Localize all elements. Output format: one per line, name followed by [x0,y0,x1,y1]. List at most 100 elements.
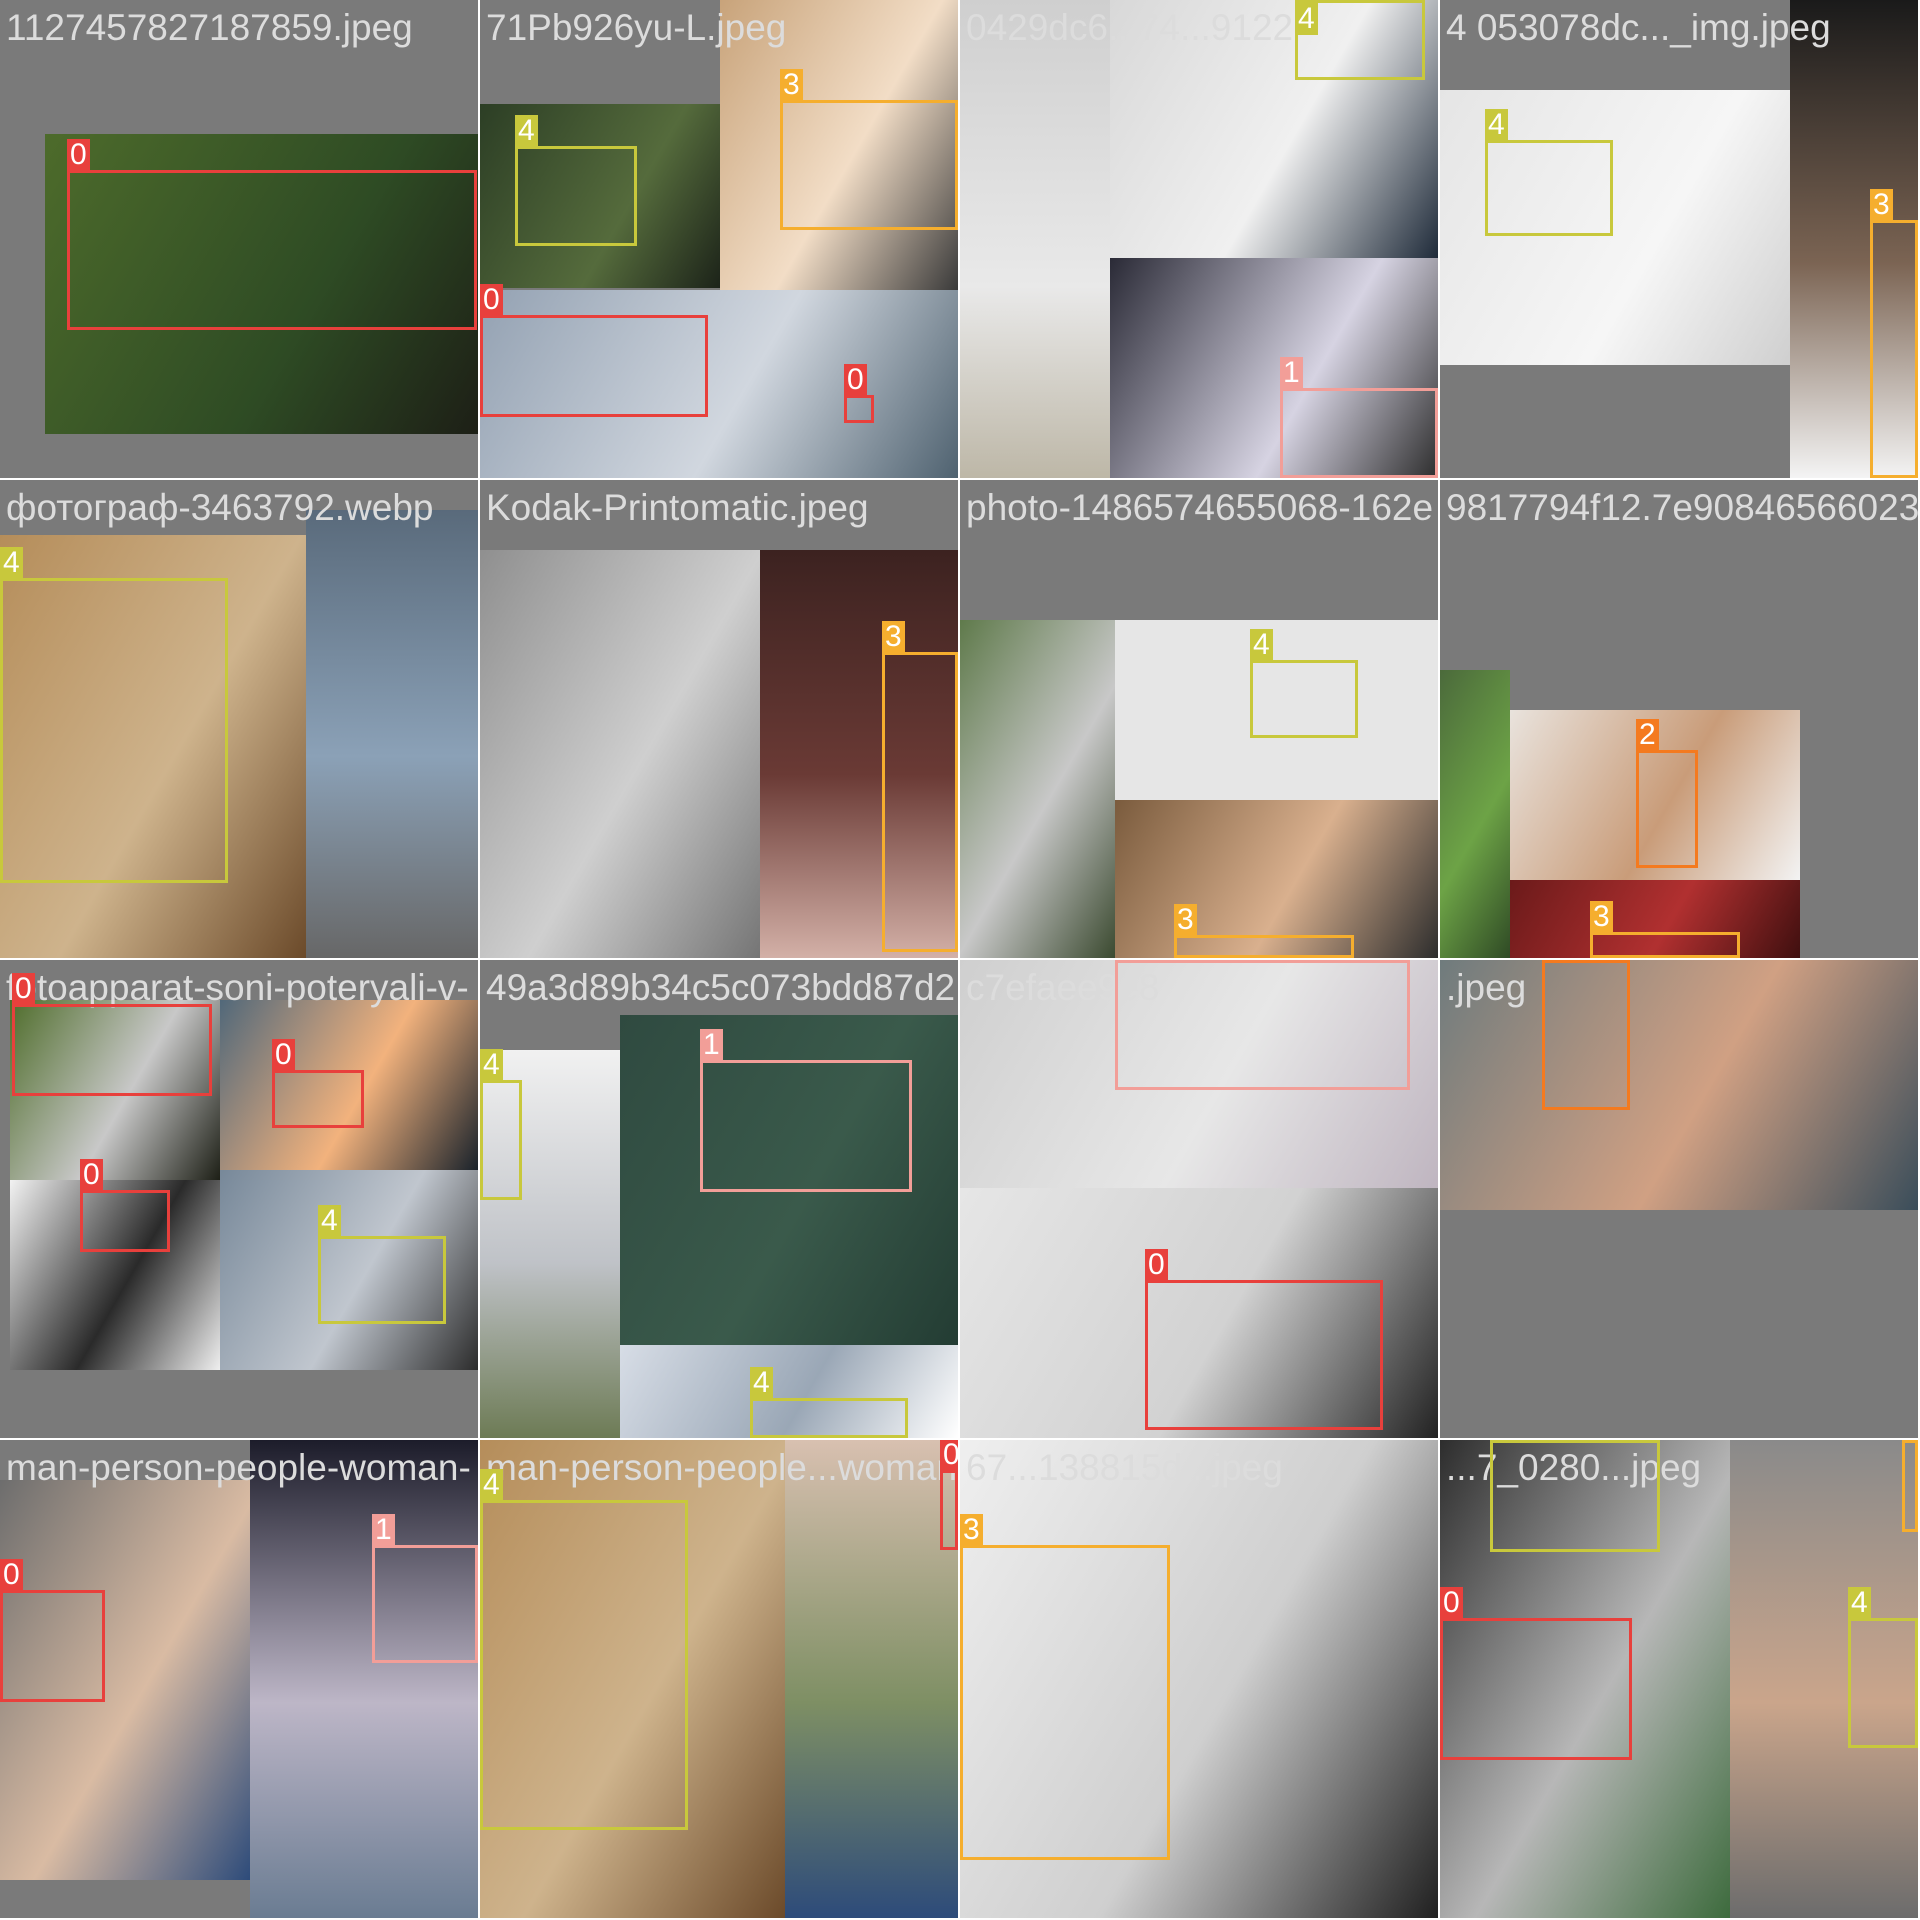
bbox-4: 4 [750,1367,908,1438]
tile-10: 49a3d89b34c5c073bdd87d2 4 1 4 [480,960,958,1438]
tile-1-filename: 1127457827187859.jpeg [6,7,413,48]
label-tag: 4 [515,115,538,147]
bbox-4: 4 [1295,0,1425,80]
tile-12: .jpeg 2 [1440,960,1918,1438]
bbox-4: 4 [0,547,228,883]
label-tag: 0 [12,973,35,1005]
tile-12-filename: .jpeg [1446,967,1527,1008]
photo-13b [250,1440,478,1918]
bbox-4: 4 [1485,109,1613,236]
label-tag: 0 [1440,1587,1463,1619]
bbox-3: 3 [960,1514,1170,1860]
bbox-0: 0 [1145,1249,1383,1430]
bbox-1: 1 [1280,357,1438,478]
bbox-1: 1 [700,1029,912,1192]
tile-5-filename: фотограф-3463792.webp [6,487,434,528]
label-tag: 2 [1542,960,1565,961]
bbox-0: 0 [80,1159,170,1252]
bbox-4: 4 [1250,629,1358,738]
label-tag: 0 [940,1440,958,1471]
photo-3a [960,0,1110,478]
tile-3-filename: 0429dc6...74...9122 [966,7,1294,48]
label-tag: 3 [960,1514,983,1546]
bbox-3: 3 [1870,189,1918,478]
bbox-4: 4 [318,1205,446,1324]
bbox-3: 3 [1590,901,1740,958]
label-tag: 1 [1115,960,1138,961]
label-tag: 4 [1250,629,1273,661]
label-tag: 4 [750,1367,773,1399]
bbox-4: 4 [480,1469,688,1830]
bbox-0: 0 [67,139,477,330]
label-tag: 1 [1280,357,1303,389]
bbox-4: 4 [1490,1440,1660,1552]
bbox-4: 4 [480,1049,522,1200]
tile-2: 71Pb926yu-L.jpeg 4 3 0 0 [480,0,958,478]
bbox-3: 3 [1902,1440,1918,1532]
bbox-0: 0 [940,1440,958,1550]
label-tag: 3 [780,69,803,101]
label-tag: 4 [0,547,23,579]
tile-6-filename: Kodak-Printomatic.jpeg [486,487,869,528]
bbox-0: 0 [12,973,212,1096]
tile-11: c7efaee9e8 1 0 [960,960,1438,1438]
label-tag: 4 [1295,3,1318,35]
label-tag: 4 [480,1049,503,1081]
image-grid: 1127457827187859.jpeg 0 71Pb926yu-L.jpeg… [0,0,1920,1920]
label-tag: 0 [480,284,503,316]
label-tag: 3 [1590,901,1613,933]
tile-9: fotoapparat-soni-poteryali-v- 0 0 0 4 [0,960,478,1438]
label-tag: 2 [1636,719,1659,751]
tile-8: 9817794f12.7e908465660236 2 3 [1440,480,1918,958]
bbox-4: 4 [1848,1587,1918,1748]
tile-1: 1127457827187859.jpeg 0 [0,0,478,478]
label-tag: 1 [372,1514,395,1546]
bbox-0: 0 [844,364,874,423]
bbox-1: 1 [372,1514,478,1663]
tile-4: 4 053078dc..._img.jpeg 4 3 [1440,0,1918,478]
tile-15-filename: 67...138815d...jpeg [966,1447,1283,1488]
photo-6a [480,550,760,958]
bbox-4: 4 [515,115,637,246]
label-tag: 1 [700,1029,723,1061]
tile-16: ...7_0280...jpeg 4 3 0 4 [1440,1440,1918,1918]
tile-3: 0429dc6...74...9122 4 1 [960,0,1438,478]
photo-5b [306,510,478,958]
bbox-3: 3 [1174,904,1354,958]
tile-14-filename: man-person-people...woman-camera [486,1447,958,1488]
tile-6: Kodak-Printomatic.jpeg 3 [480,480,958,958]
label-tag: 3 [1902,1440,1918,1441]
bbox-3: 3 [780,69,958,230]
tile-13: man-person-people-woman- 0 1 [0,1440,478,1918]
bbox-0: 0 [272,1039,364,1128]
label-tag: 4 [480,1469,503,1501]
tile-2-filename: 71Pb926yu-L.jpeg [486,7,787,48]
photo-7a [960,620,1115,958]
tile-7-filename: photo-1486574655068-162e [966,487,1434,528]
label-tag: 0 [80,1159,103,1191]
tile-8-filename: 9817794f12.7e908465660236 [1446,487,1918,528]
tile-5: фотограф-3463792.webp 4 [0,480,478,958]
label-tag: 4 [1490,1440,1513,1441]
label-tag: 4 [1485,109,1508,141]
tile-14: man-person-people...woman-camera 4 0 [480,1440,958,1918]
tile-4-filename: 4 053078dc..._img.jpeg [1446,7,1831,48]
bbox-2: 2 [1636,719,1698,868]
bbox-1: 1 [1115,960,1410,1090]
label-tag: 3 [882,621,905,653]
label-tag: 3 [1174,904,1197,936]
label-tag: 3 [1870,189,1893,221]
label-tag: 0 [0,1559,23,1591]
photo-14b [785,1440,958,1918]
bbox-2: 2 [1542,960,1630,1110]
tile-13-filename: man-person-people-woman- [6,1447,471,1488]
label-tag: 4 [1848,1587,1871,1619]
bbox-0: 0 [480,284,708,417]
tile-10-filename: 49a3d89b34c5c073bdd87d2 [486,967,956,1008]
label-tag: 0 [844,364,867,396]
photo-8a [1440,670,1510,958]
bbox-3: 3 [882,621,958,952]
tile-7: photo-1486574655068-162e 4 3 [960,480,1438,958]
label-tag: 0 [1145,1249,1168,1281]
bbox-0: 0 [0,1559,105,1702]
